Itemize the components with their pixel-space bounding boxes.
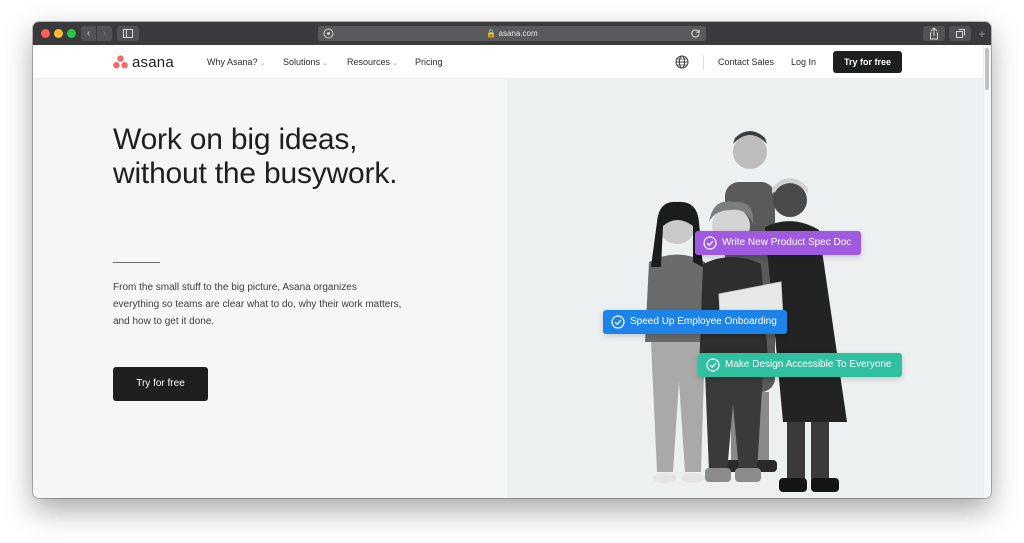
page-scrollbar[interactable] [983,45,991,498]
reload-icon[interactable] [690,28,701,39]
browser-toolbar: ‹ › 🔒 asana.com + [33,22,991,45]
chevron-down-icon: ⌄ [259,60,266,67]
lock-icon: 🔒 [486,29,497,38]
share-button[interactable] [923,26,945,41]
nav-why-asana[interactable]: Why Asana? ⌄ [207,45,265,79]
tabs-icon [956,29,965,38]
nav-divider [703,55,704,70]
scrollbar-thumb[interactable] [985,48,989,90]
check-circle-icon [611,315,625,329]
hero-try-for-free-button[interactable]: Try for free [113,367,208,401]
site-navbar: asana Why Asana? ⌄ Solutions ⌄ Resources ⌄ … [33,45,983,79]
browser-window: ‹ › 🔒 asana.com + asana Why Asana? ⌄ Sol… [33,22,991,498]
contact-sales-link[interactable]: Contact Sales [718,45,774,79]
nav-resources[interactable]: Resources ⌄ [347,45,398,79]
nav-try-for-free-button[interactable]: Try for free [833,51,902,73]
share-icon [930,27,938,40]
address-bar[interactable]: 🔒 asana.com [318,26,706,41]
person-right [765,178,847,492]
sidebar-icon [123,29,133,38]
sidebar-toggle-button[interactable] [117,26,139,41]
url-text: 🔒 asana.com [486,29,538,38]
check-circle-icon [703,236,717,250]
task-chip-product-spec[interactable]: Write New Product Spec Doc [695,231,862,255]
hero-headline: Work on big ideas, without the busywork. [113,123,398,190]
new-tab-button[interactable]: + [975,27,989,41]
close-window-button[interactable] [41,29,50,38]
asana-logo[interactable]: asana [113,53,174,71]
chevron-down-icon: ⌄ [392,60,398,67]
chevron-down-icon: ⌄ [322,60,328,67]
nav-solutions[interactable]: Solutions ⌄ [283,45,328,79]
minimize-window-button[interactable] [54,29,63,38]
logo-wordmark: asana [132,53,174,71]
task-chip-accessible-design[interactable]: Make Design Accessible To Everyone [698,353,902,377]
log-in-link[interactable]: Log In [791,45,816,79]
show-tabs-button[interactable] [949,26,971,41]
nav-pricing[interactable]: Pricing [415,45,443,79]
back-button[interactable]: ‹ [81,26,96,41]
task-chip-employee-onboarding[interactable]: Speed Up Employee Onboarding [603,310,787,334]
zoom-window-button[interactable] [67,29,76,38]
hero-description: From the small stuff to the big picture,… [113,282,402,327]
hero-divider [113,262,160,263]
forward-button[interactable]: › [97,26,112,41]
asana-logo-icon [113,55,128,69]
history-nav: ‹ › [81,26,112,41]
globe-icon[interactable] [675,55,689,69]
check-circle-icon [706,358,720,372]
